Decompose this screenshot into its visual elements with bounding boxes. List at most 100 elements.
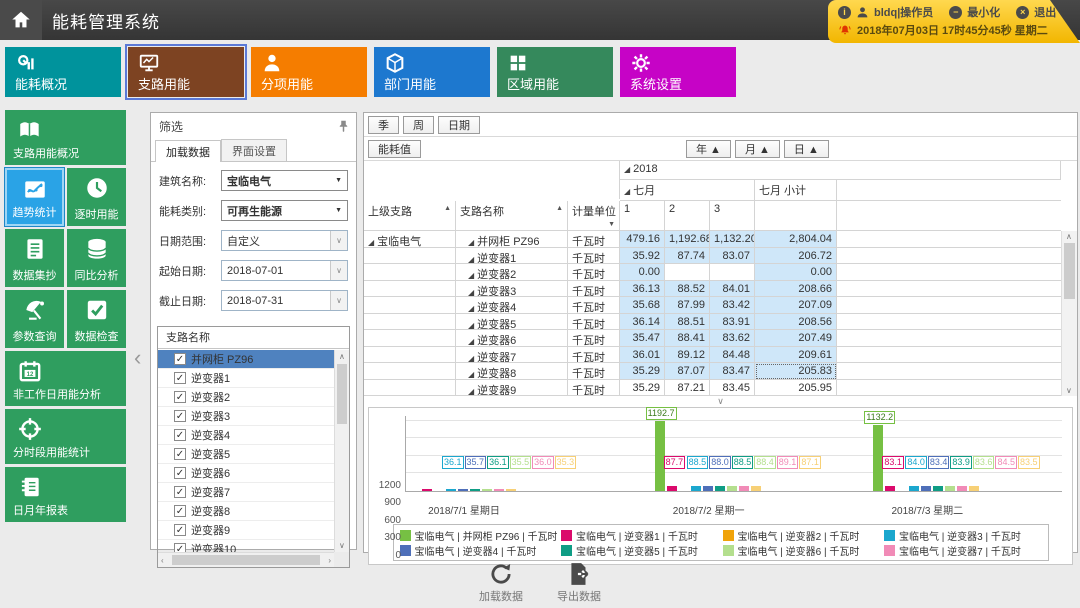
pivot-field-energy-value[interactable]: 能耗值 [368, 140, 421, 158]
cell-branch-name[interactable]: ◢逆变器6 [456, 330, 568, 347]
cell-value[interactable] [710, 264, 755, 281]
sidebar-item-趋势统计[interactable]: 趋势统计 [5, 168, 64, 226]
combo-dropdown-button[interactable]: ∨ [330, 231, 347, 250]
cell-unit[interactable]: 千瓦时 [568, 314, 620, 331]
bar-宝临电气 | 逆变器5 | 千瓦时[interactable] [715, 486, 725, 491]
cell-unit[interactable]: 千瓦时 [568, 363, 620, 380]
cell-unit[interactable]: 千瓦时 [568, 380, 620, 397]
pivot-field-quarter[interactable]: 季 [368, 116, 399, 134]
cell-branch-name[interactable]: ◢逆变器5 [456, 314, 568, 331]
cell-branch-name[interactable]: ◢并网柜 PZ96 [456, 231, 568, 248]
sidebar-item-日月年报表[interactable]: 日月年报表 [5, 467, 126, 522]
table-row[interactable]: ◢逆变器6千瓦时35.4788.4183.62207.49 [364, 330, 1077, 347]
bar-宝临电气 | 逆变器4 | 千瓦时[interactable] [458, 489, 468, 491]
branch-vertical-scrollbar[interactable]: ∧ ∨ [334, 350, 349, 552]
cell-branch-name[interactable]: ◢逆变器3 [456, 281, 568, 298]
cell-unit[interactable]: 千瓦时 [568, 297, 620, 314]
bar-宝临电气 | 逆变器1 | 千瓦时[interactable] [667, 486, 677, 491]
cell-unit[interactable]: 千瓦时 [568, 248, 620, 265]
cell-value[interactable]: 88.51 [665, 314, 710, 331]
filter-combo-3[interactable]: 2018-07-01∨ [221, 260, 348, 281]
table-row[interactable]: ◢宝临电气◢并网柜 PZ96千瓦时479.161,192.681,132.202… [364, 231, 1077, 248]
cell-value[interactable]: 88.52 [665, 281, 710, 298]
cell-value[interactable]: 87.74 [665, 248, 710, 265]
cell-parent-branch[interactable] [364, 297, 456, 314]
filter-combo-0[interactable]: 宝临电气▼ [221, 170, 348, 191]
cell-unit[interactable]: 千瓦时 [568, 281, 620, 298]
bar-宝临电气 | 逆变器4 | 千瓦时[interactable] [703, 486, 713, 491]
pivot-field-day[interactable]: 日 ▲ [784, 140, 829, 158]
bar-宝临电气 | 逆变器3 | 千瓦时[interactable] [909, 486, 919, 491]
column-header-day[interactable]: 3 [710, 201, 755, 231]
combo-dropdown-button[interactable]: ∨ [330, 291, 347, 310]
branch-list-item[interactable]: ✓逆变器10 [158, 540, 334, 552]
column-header-上级支路[interactable]: 上级支路▲ [364, 201, 456, 231]
pivot-field-month[interactable]: 月 ▲ [735, 140, 780, 158]
cell-value[interactable]: 35.29 [620, 363, 665, 380]
collapse-panel-chevron[interactable]: ‹ [134, 345, 141, 371]
cell-value[interactable]: 36.14 [620, 314, 665, 331]
checkbox-checked-icon[interactable]: ✓ [174, 410, 186, 422]
bar-宝临电气 | 逆变器7 | 千瓦时[interactable] [957, 486, 967, 491]
bar-宝临电气 | 逆变器7 | 千瓦时[interactable] [494, 489, 504, 491]
scroll-down-icon[interactable]: ∨ [1066, 386, 1072, 395]
close-icon[interactable]: × [1016, 6, 1029, 19]
cell-parent-branch[interactable] [364, 363, 456, 380]
cell-value[interactable]: 36.13 [620, 281, 665, 298]
legend-item[interactable]: 宝临电气 | 并网柜 PZ96 | 千瓦时 [400, 528, 558, 543]
branch-list-item[interactable]: ✓并网柜 PZ96 [158, 350, 334, 369]
bar-宝临电气 | 逆变器5 | 千瓦时[interactable] [470, 489, 480, 491]
cell-value[interactable]: 83.45 [710, 380, 755, 397]
info-icon[interactable]: i [838, 6, 851, 19]
checkbox-checked-icon[interactable]: ✓ [174, 467, 186, 479]
cell-unit[interactable]: 千瓦时 [568, 330, 620, 347]
cell-subtotal[interactable]: 205.95 [755, 380, 837, 397]
minimize-label[interactable]: 最小化 [967, 4, 1000, 20]
cell-subtotal[interactable]: 207.09 [755, 297, 837, 314]
cell-unit[interactable]: 千瓦时 [568, 231, 620, 248]
cell-subtotal[interactable]: 207.49 [755, 330, 837, 347]
combo-dropdown-button[interactable]: ∨ [330, 261, 347, 280]
table-row[interactable]: ◢逆变器8千瓦时35.2987.0783.47205.83 [364, 363, 1077, 380]
checkbox-checked-icon[interactable]: ✓ [174, 372, 186, 384]
column-header-day[interactable]: 2 [665, 201, 710, 231]
checkbox-checked-icon[interactable]: ✓ [174, 524, 186, 536]
pivot-field-week[interactable]: 周 [403, 116, 434, 134]
table-row[interactable]: ◢逆变器4千瓦时35.6887.9983.42207.09 [364, 297, 1077, 314]
cell-value[interactable]: 35.92 [620, 248, 665, 265]
branch-list-item[interactable]: ✓逆变器7 [158, 483, 334, 502]
sidebar-item-非工作日用能分析[interactable]: 12非工作日用能分析 [5, 351, 126, 406]
checkbox-checked-icon[interactable]: ✓ [174, 505, 186, 517]
sidebar-item-参数查询[interactable]: 参数查询 [5, 290, 64, 348]
table-row[interactable]: ◢逆变器5千瓦时36.1488.5183.91208.56 [364, 314, 1077, 331]
cell-subtotal[interactable]: 208.66 [755, 281, 837, 298]
bar-宝临电气 | 逆变器8 | 千瓦时[interactable] [751, 486, 761, 491]
branch-list-item[interactable]: ✓逆变器4 [158, 426, 334, 445]
table-row[interactable]: ◢逆变器1千瓦时35.9287.7483.07206.72 [364, 248, 1077, 265]
cell-branch-name[interactable]: ◢逆变器1 [456, 248, 568, 265]
splitter-handle[interactable]: ∨ [364, 396, 1077, 407]
cell-parent-branch[interactable] [364, 248, 456, 265]
cell-value[interactable]: 83.47 [710, 363, 755, 380]
cell-value[interactable]: 83.62 [710, 330, 755, 347]
checkbox-checked-icon[interactable]: ✓ [174, 448, 186, 460]
cell-subtotal[interactable]: 2,804.04 [755, 231, 837, 248]
branch-list-item[interactable]: ✓逆变器9 [158, 521, 334, 540]
cell-value[interactable]: 36.01 [620, 347, 665, 364]
checkbox-checked-icon[interactable]: ✓ [174, 486, 186, 498]
sidebar-item-逐时用能[interactable]: 逐时用能 [67, 168, 126, 226]
filter-combo-4[interactable]: 2018-07-31∨ [221, 290, 348, 311]
bar-宝临电气 | 逆变器8 | 千瓦时[interactable] [506, 489, 516, 491]
branch-list-item[interactable]: ✓逆变器2 [158, 388, 334, 407]
scroll-up-icon[interactable]: ∧ [339, 352, 345, 361]
cell-branch-name[interactable]: ◢逆变器9 [456, 380, 568, 397]
minimize-icon[interactable]: − [949, 6, 962, 19]
nav-tile-能耗概况[interactable]: 能耗概况 [5, 47, 121, 97]
cell-parent-branch[interactable] [364, 264, 456, 281]
chevron-down-icon[interactable]: ▼ [335, 177, 342, 184]
cell-value[interactable]: 479.16 [620, 231, 665, 248]
checkbox-checked-icon[interactable]: ✓ [174, 391, 186, 403]
branch-list-item[interactable]: ✓逆变器3 [158, 407, 334, 426]
year-header-cell[interactable]: ◢2018 [620, 161, 1061, 180]
cell-parent-branch[interactable] [364, 281, 456, 298]
